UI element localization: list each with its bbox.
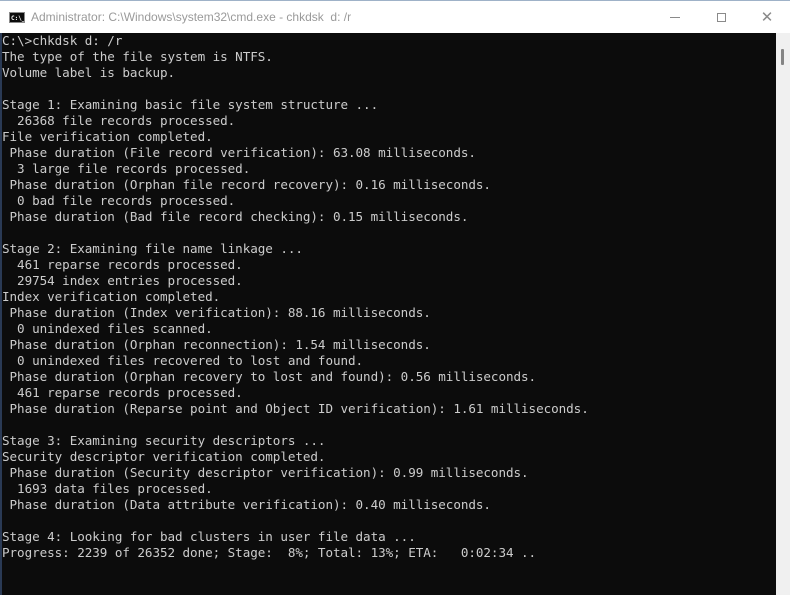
console-line: 1693 data files processed. (2, 481, 213, 496)
console-line: 0 unindexed files recovered to lost and … (2, 353, 364, 368)
console-line: Phase duration (Orphan recovery to lost … (2, 369, 537, 384)
console-line: Security descriptor verification complet… (2, 449, 326, 464)
console-output[interactable]: C:\>chkdsk d: /r The type of the file sys… (0, 33, 776, 595)
console-line: Stage 1: Examining basic file system str… (2, 97, 379, 112)
console-line: The type of the file system is NTFS. (2, 49, 273, 64)
console-line: 26368 file records processed. (2, 113, 236, 128)
console-line: Phase duration (File record verification… (2, 145, 476, 160)
console-line: Phase duration (Data attribute verificat… (2, 497, 491, 512)
minimize-icon (670, 16, 680, 18)
console-line: Phase duration (Bad file record checking… (2, 209, 469, 224)
scrollbar-thumb[interactable] (781, 49, 784, 65)
console-line: Progress: 2239 of 26352 done; Stage: 8%;… (2, 545, 537, 560)
console-line: File verification completed. (2, 129, 213, 144)
console-line: 461 reparse records processed. (2, 385, 243, 400)
close-button[interactable]: ✕ (744, 1, 790, 33)
console-line: C:\>chkdsk d: /r (2, 33, 123, 48)
cmd-window: C:\_ Administrator: C:\Windows\system32\… (0, 0, 790, 595)
vertical-scrollbar[interactable] (776, 33, 790, 595)
console-line: Stage 4: Looking for bad clusters in use… (2, 529, 416, 544)
console-line: Phase duration (Orphan reconnection): 1.… (2, 337, 431, 352)
console-line: Index verification completed. (2, 289, 221, 304)
console-line: 29754 index entries processed. (2, 273, 243, 288)
minimize-button[interactable] (652, 1, 698, 33)
console-line: Stage 2: Examining file name linkage ... (2, 241, 303, 256)
title-bar[interactable]: C:\_ Administrator: C:\Windows\system32\… (0, 1, 790, 33)
console-line: Phase duration (Orphan file record recov… (2, 177, 491, 192)
console-line: 0 bad file records processed. (2, 193, 236, 208)
maximize-icon (716, 12, 726, 22)
console-line: Stage 3: Examining security descriptors … (2, 433, 326, 448)
close-icon: ✕ (760, 8, 774, 26)
window-title: Administrator: C:\Windows\system32\cmd.e… (31, 10, 352, 24)
console-line: 461 reparse records processed. (2, 257, 243, 272)
console-line: Volume label is backup. (2, 65, 176, 80)
cmd-icon[interactable]: C:\_ (9, 11, 25, 23)
console-text: C:\>chkdsk d: /r The type of the file sys… (2, 33, 776, 561)
console-line: Phase duration (Reparse point and Object… (2, 401, 589, 416)
console-line: 3 large file records processed. (2, 161, 251, 176)
console-line: Phase duration (Security descriptor veri… (2, 465, 529, 480)
console-line: Phase duration (Index verification): 88.… (2, 305, 431, 320)
console-line: 0 unindexed files scanned. (2, 321, 213, 336)
maximize-button[interactable] (698, 1, 744, 33)
window-controls: ✕ (652, 1, 790, 33)
